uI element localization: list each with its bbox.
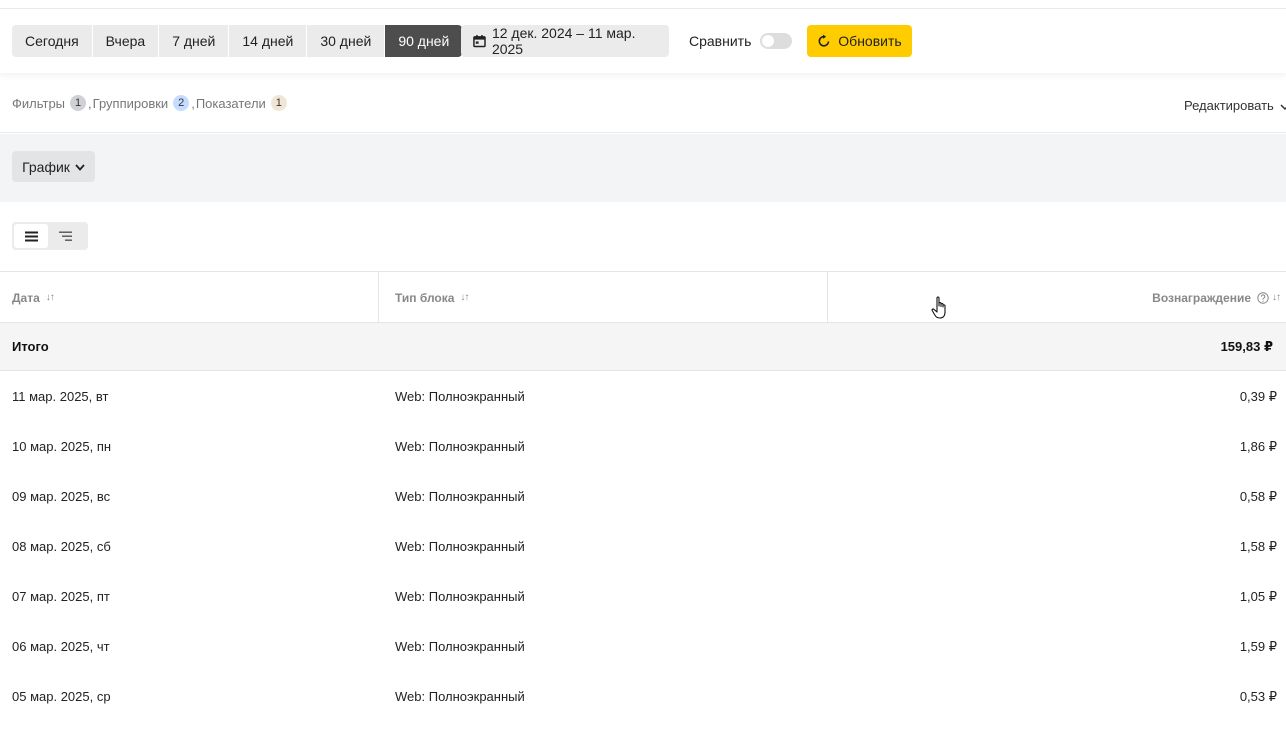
period-7days-button[interactable]: 7 дней (159, 25, 230, 57)
chart-section: График (0, 134, 1286, 202)
tree-list-icon (58, 231, 72, 241)
sort-icon[interactable]: ↓↑ (46, 292, 55, 303)
table-row: 06 мар. 2025, чт Web: Полноэкранный 1,59… (0, 621, 1286, 671)
block-type-cell: Web: Полноэкранный (395, 689, 525, 704)
column-header-block-type[interactable]: Тип блока ↓↑ (395, 272, 469, 323)
chevron-down-icon (1280, 104, 1286, 110)
date-range-label: 12 дек. 2024 – 11 мар. 2025 (491, 25, 636, 57)
period-today-button[interactable]: Сегодня (12, 25, 93, 57)
table-view-switch (12, 222, 88, 250)
period-selector: Сегодня Вчера 7 дней 14 дней 30 дней 90 … (12, 25, 463, 57)
reward-cell: 0,58 ₽ (1239, 489, 1277, 504)
block-type-cell: Web: Полноэкранный (395, 539, 525, 554)
separator: , (88, 95, 92, 111)
period-14days-button[interactable]: 14 дней (229, 25, 308, 57)
block-type-cell: Web: Полноэкранный (395, 639, 525, 654)
table-row: 08 мар. 2025, сб Web: Полноэкранный 1,58… (0, 521, 1286, 571)
report-settings-summary[interactable]: Фильтры 1 , Группировки 2 , Показатели 1 (12, 95, 289, 111)
sort-icon[interactable]: ↓↑ (460, 292, 469, 303)
chevron-down-icon (75, 163, 85, 171)
block-type-cell: Web: Полноэкранный (395, 389, 525, 404)
date-cell: 11 мар. 2025, вт (12, 389, 109, 404)
metrics-count-badge: 1 (270, 95, 287, 111)
total-row: Итого 159,83 ₽ (0, 323, 1286, 371)
filters-bar: Фильтры 1 , Группировки 2 , Показатели 1… (0, 73, 1286, 133)
tree-view-button[interactable] (48, 224, 82, 248)
filters-label: Фильтры (12, 95, 66, 111)
period-90days-button[interactable]: 90 дней (385, 25, 463, 57)
date-cell: 10 мар. 2025, пн (12, 439, 112, 454)
column-header-label: Дата (12, 290, 40, 305)
reward-cell: 1,58 ₽ (1239, 539, 1277, 554)
table-row: 05 мар. 2025, ср Web: Полноэкранный 0,53… (0, 671, 1286, 721)
hand-cursor-icon (931, 296, 946, 319)
column-header-label: Вознаграждение (1152, 290, 1251, 305)
reward-cell: 1,59 ₽ (1239, 639, 1277, 654)
period-30days-button[interactable]: 30 дней (307, 25, 386, 57)
date-cell: 08 мар. 2025, сб (12, 539, 111, 554)
table-row: 11 мар. 2025, вт Web: Полноэкранный 0,39… (0, 371, 1286, 421)
refresh-icon (818, 34, 830, 47)
filters-count-badge: 1 (70, 95, 87, 111)
compare-toggle[interactable] (760, 33, 793, 49)
table-row: 10 мар. 2025, пн Web: Полноэкранный 1,86… (0, 421, 1286, 471)
chart-toggle-button[interactable]: График (12, 151, 95, 182)
groupings-label: Группировки (92, 95, 169, 111)
compare-label: Сравнить (689, 33, 752, 49)
block-type-cell: Web: Полноэкранный (395, 589, 525, 604)
metrics-label: Показатели (195, 95, 266, 111)
chart-toggle-label: График (22, 158, 70, 175)
period-toolbar: Сегодня Вчера 7 дней 14 дней 30 дней 90 … (0, 9, 1286, 73)
total-label: Итого (12, 339, 49, 354)
date-range-picker[interactable]: 12 дек. 2024 – 11 мар. 2025 (461, 25, 669, 57)
edit-button[interactable]: Редактировать (1184, 98, 1286, 113)
refresh-button[interactable]: Обновить (807, 25, 912, 57)
date-cell: 06 мар. 2025, чт (12, 639, 110, 654)
column-header-reward[interactable]: Вознаграждение ↓↑ (1152, 272, 1281, 323)
table-header: Дата ↓↑ Тип блока ↓↑ Вознаграждение ↓↑ (0, 271, 1286, 323)
date-cell: 07 мар. 2025, пт (12, 589, 110, 604)
reward-cell: 0,53 ₽ (1239, 689, 1277, 704)
reward-cell: 1,86 ₽ (1239, 439, 1277, 454)
compare-control: Сравнить (689, 25, 793, 57)
column-header-date[interactable]: Дата ↓↑ (12, 272, 55, 323)
list-icon (24, 231, 38, 241)
edit-label: Редактировать (1184, 98, 1274, 113)
report-table: Дата ↓↑ Тип блока ↓↑ Вознаграждение ↓↑ И… (0, 271, 1286, 721)
groupings-count-badge: 2 (173, 95, 190, 111)
table-row: 07 мар. 2025, пт Web: Полноэкранный 1,05… (0, 571, 1286, 621)
calendar-icon (473, 34, 486, 48)
date-cell: 05 мар. 2025, ср (12, 689, 111, 704)
list-view-button[interactable] (14, 224, 48, 248)
block-type-cell: Web: Полноэкранный (395, 439, 525, 454)
period-yesterday-button[interactable]: Вчера (92, 25, 160, 57)
reward-cell: 0,39 ₽ (1239, 389, 1277, 404)
block-type-cell: Web: Полноэкранный (395, 489, 525, 504)
column-header-label: Тип блока (395, 290, 455, 305)
table-row: 09 мар. 2025, вс Web: Полноэкранный 0,58… (0, 471, 1286, 521)
date-cell: 09 мар. 2025, вс (12, 489, 111, 504)
refresh-label: Обновить (838, 33, 902, 49)
separator: , (191, 95, 195, 111)
total-value: 159,83 ₽ (1220, 339, 1273, 354)
help-icon[interactable] (1257, 291, 1269, 304)
reward-cell: 1,05 ₽ (1239, 589, 1277, 604)
sort-icon[interactable]: ↓↑ (1272, 292, 1281, 303)
